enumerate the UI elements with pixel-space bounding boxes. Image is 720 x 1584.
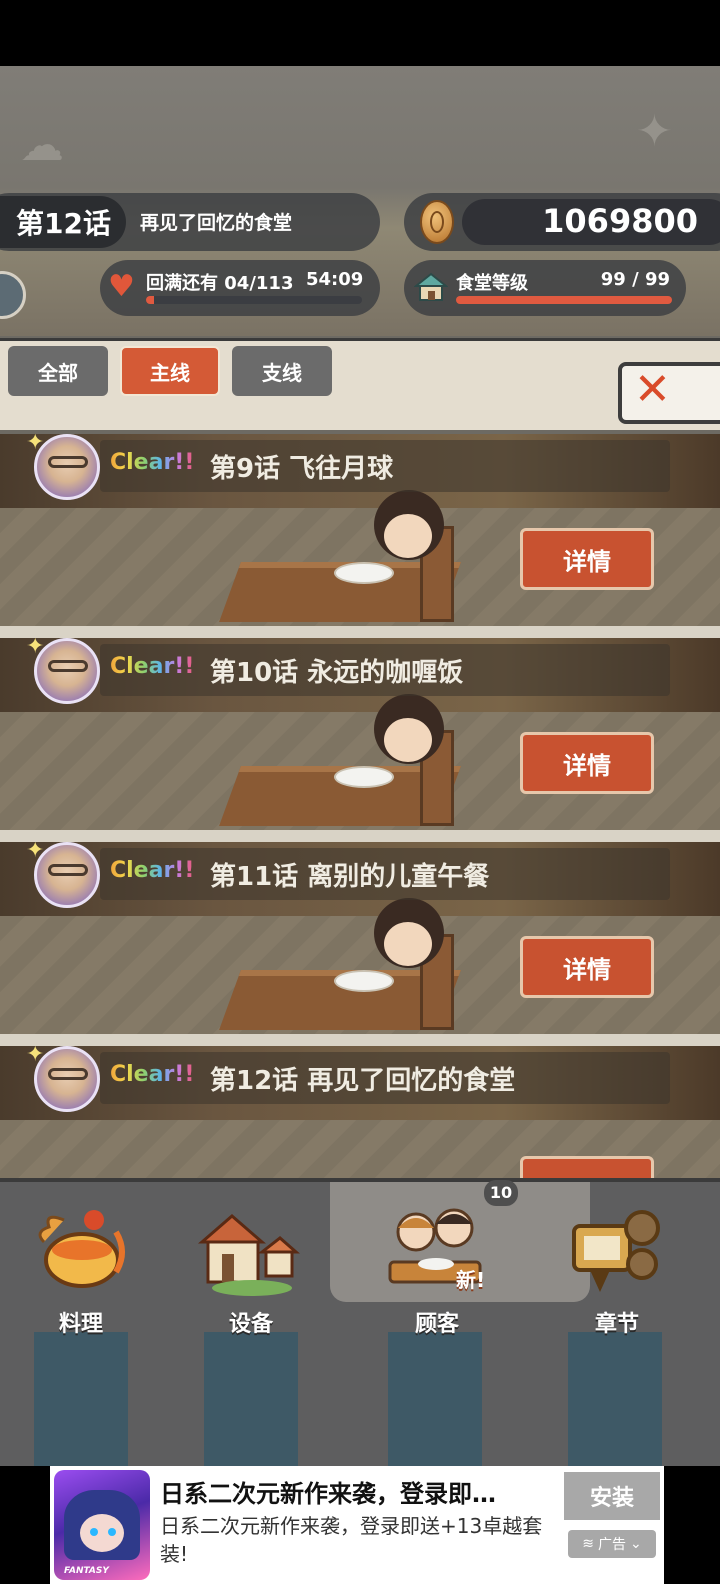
chapter-number: 第12话 [16, 207, 111, 240]
nav-column-cooking [34, 1332, 128, 1466]
ad-title[interactable]: 日系二次元新作来袭，登录即… [160, 1474, 552, 1509]
ad-character-face [80, 1514, 124, 1552]
nav-label-facility[interactable]: 设备 [196, 1306, 306, 1338]
cooking-icon[interactable] [24, 1202, 134, 1302]
customer-face [384, 922, 432, 966]
episode-title: 第10话 永远的咖喱饭 [210, 658, 464, 688]
sparkle-icon: ✦ [26, 434, 45, 455]
episode-card: ✦ Clear!! 第10话 永远的咖喱饭 详情 [0, 638, 720, 830]
house-icon [414, 272, 448, 301]
episode-card: ✦ Clear!! 第12话 再见了回忆的食堂 [0, 1046, 720, 1178]
close-icon: ✕ [634, 364, 671, 415]
nav-column-facility [204, 1332, 298, 1466]
episode-title: 第11话 离别的儿童午餐 [210, 862, 490, 892]
tab-all[interactable]: 全部 [8, 346, 108, 396]
tab-main-story[interactable]: 主线 [120, 346, 220, 396]
chevron-down-icon: ⌄ [630, 1536, 642, 1552]
episode-title: 第12话 再见了回忆的食堂 [210, 1066, 516, 1096]
facility-icon[interactable] [192, 1202, 302, 1302]
nav-column-chapter [568, 1332, 662, 1466]
episode-detail-button[interactable] [520, 1156, 654, 1178]
clear-badge: Clear!! [110, 654, 195, 679]
glasses-icon [48, 1068, 88, 1080]
filter-tab-bar [0, 338, 720, 430]
restaurant-level-value: 99 / 99 [600, 269, 670, 290]
bottom-navigation: 10 新! 料理 设备 顾客 章节 [0, 1178, 720, 1466]
episode-card: ✦ Clear!! 第9话 飞往月球 详情 [0, 434, 720, 626]
status-bar [0, 0, 720, 66]
episode-title: 第9话 飞往月球 [210, 454, 394, 484]
clear-badge: Clear!! [110, 1062, 195, 1087]
dish-illustration [334, 562, 394, 584]
glasses-icon [48, 660, 88, 672]
sparkle-icon: ✦ [26, 638, 45, 659]
clear-badge: Clear!! [110, 858, 195, 883]
new-badge: 新! [456, 1268, 486, 1292]
ad-tag[interactable]: ≋ 广告 ⌄ [568, 1530, 656, 1558]
ad-character-eye [108, 1528, 116, 1536]
nav-label-chapter[interactable]: 章节 [562, 1306, 672, 1338]
coin-icon-inner [430, 211, 444, 233]
stamina-text: 回满还有 04/113 [146, 273, 294, 294]
dish-illustration [334, 766, 394, 788]
customer-face [384, 514, 432, 558]
tab-side-story[interactable]: 支线 [232, 346, 332, 396]
restaurant-level-bar [456, 296, 672, 304]
chapter-title: 再见了回忆的食堂 [140, 212, 293, 234]
stamina-progress-bar [146, 296, 362, 304]
ad-logo-icon: ≋ [582, 1536, 594, 1552]
glasses-icon [48, 864, 88, 876]
ad-image[interactable]: FANTASY [54, 1470, 150, 1580]
game-screen: ☁ ✦ 第12话 再见了回忆的食堂 1069800 ♥ 回满还有 04/113 … [0, 66, 720, 1466]
ad-character-eye [90, 1528, 98, 1536]
coin-value: 1069800 [542, 202, 698, 240]
restaurant-level-fill [456, 296, 672, 304]
nav-label-customers[interactable]: 顾客 [382, 1306, 492, 1338]
sparkle-icon: ✦ [26, 842, 45, 863]
episode-card: ✦ Clear!! 第11话 离别的儿童午餐 详情 [0, 842, 720, 1034]
stamina-timer: 54:09 [306, 269, 364, 290]
ad-tag-label: 广告 [598, 1537, 626, 1553]
chapter-icon[interactable] [560, 1202, 670, 1302]
ad-brand-logo: FANTASY [64, 1566, 109, 1576]
ad-banner: FANTASY 日系二次元新作来袭，登录即… 日系二次元新作来袭，登录即送+13… [0, 1466, 720, 1584]
nav-label-cooking[interactable]: 料理 [26, 1306, 136, 1338]
ad-subtitle[interactable]: 日系二次元新作来袭，登录即送+13卓越套装! [160, 1512, 552, 1568]
ad-install-button[interactable]: 安装 [564, 1472, 660, 1520]
glasses-icon [48, 456, 88, 468]
episode-list: ✦ Clear!! 第9话 飞往月球 详情 ✦ Clear!! 第10话 永远的… [0, 434, 720, 1178]
stamina-progress-fill [146, 296, 154, 304]
episode-detail-button[interactable]: 详情 [520, 732, 654, 794]
dish-illustration [334, 970, 394, 992]
customer-face [384, 718, 432, 762]
clear-badge: Clear!! [110, 450, 195, 475]
nav-column-customers [388, 1332, 482, 1466]
sparkle-decoration-icon: ✦ [636, 106, 673, 157]
episode-detail-button[interactable]: 详情 [520, 528, 654, 590]
restaurant-level-label: 食堂等级 [456, 273, 528, 294]
cloud-decoration-icon: ☁ [20, 120, 64, 171]
sparkle-icon: ✦ [26, 1046, 45, 1067]
heart-icon: ♥ [108, 269, 135, 304]
episode-detail-button[interactable]: 详情 [520, 936, 654, 998]
